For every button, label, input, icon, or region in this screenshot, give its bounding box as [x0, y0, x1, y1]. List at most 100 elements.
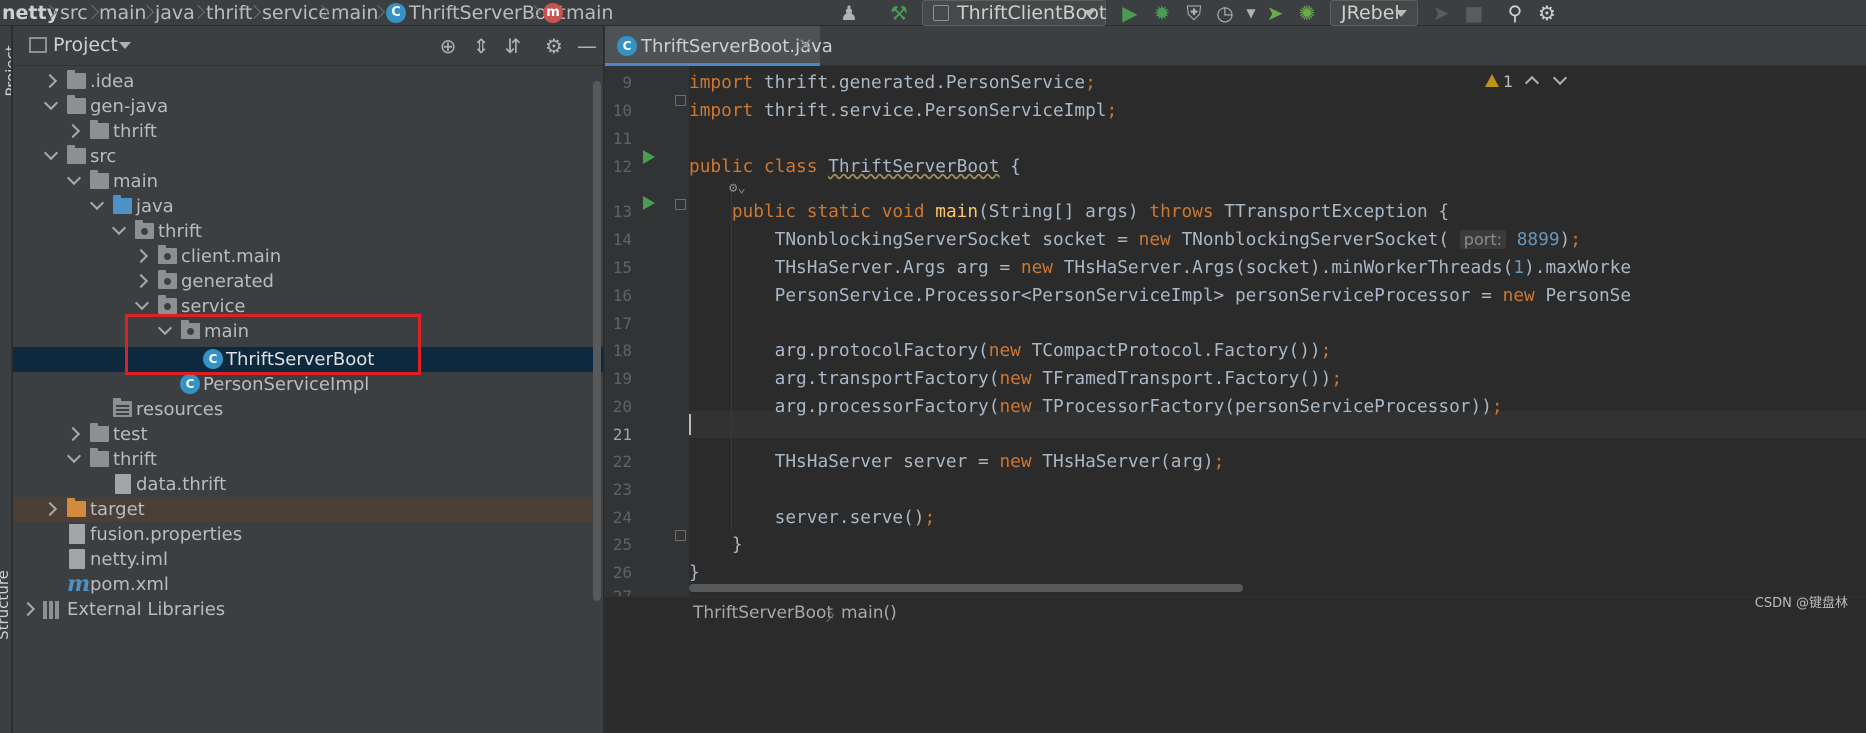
tree-item-data-thrift[interactable]: data.thrift: [13, 472, 603, 497]
code-line[interactable]: TNonblockingServerSocket socket = new TN…: [689, 229, 1581, 257]
code-line[interactable]: server.serve();: [689, 507, 936, 535]
editor-tab[interactable]: C ThriftServerBoot.java ✕: [605, 26, 833, 66]
editor-breadcrumb-method[interactable]: main(): [841, 603, 897, 623]
chevron-down-icon[interactable]: [91, 200, 101, 210]
code-line[interactable]: arg.processorFactory(new TProcessorFacto…: [689, 396, 1503, 424]
jrebel-select[interactable]: JRebel: [1330, 0, 1418, 26]
code-line[interactable]: PersonService.Processor<PersonServiceImp…: [689, 285, 1631, 313]
code-line[interactable]: }: [689, 534, 743, 562]
line-number: 23: [612, 480, 632, 499]
breadcrumb-java[interactable]: java: [155, 0, 195, 26]
folder-icon: [90, 120, 109, 139]
structure-tool-window-tab[interactable]: Structure: [0, 570, 11, 640]
previous-highlight-icon[interactable]: [1523, 72, 1541, 90]
tree-item-main[interactable]: main: [13, 169, 603, 194]
run-configuration-select[interactable]: ThriftClientBoot: [922, 0, 1106, 26]
expand-all-icon[interactable]: ⇕: [468, 33, 494, 59]
breadcrumb-separator-icon: [316, 2, 328, 24]
run-main-icon[interactable]: [643, 196, 655, 210]
chevron-down-icon[interactable]: [68, 175, 78, 185]
chevron-right-icon[interactable]: [136, 250, 146, 260]
line-number: 9: [622, 73, 632, 92]
user-icon[interactable]: ♟: [836, 1, 862, 25]
breadcrumb-separator-icon: [821, 605, 833, 627]
chevron-down-icon[interactable]: [68, 453, 78, 463]
settings-icon[interactable]: ⚙: [1534, 1, 1560, 25]
chevron-right-icon[interactable]: [45, 75, 55, 85]
stop-icon: ■: [1464, 1, 1484, 25]
breadcrumb-src[interactable]: src: [60, 0, 88, 26]
folder-icon: [67, 70, 86, 89]
tree-item-test[interactable]: test: [13, 422, 603, 447]
profile-icon[interactable]: ◷: [1212, 1, 1238, 25]
tree-item-label: PersonServiceImpl: [203, 374, 370, 395]
chevron-right-icon[interactable]: [68, 428, 78, 438]
jrebel-debug-icon[interactable]: ✺: [1294, 1, 1320, 25]
code-line[interactable]: arg.protocolFactory(new TCompactProtocol…: [689, 340, 1332, 368]
run-icon[interactable]: ▶: [1117, 1, 1143, 25]
line-number: 13: [612, 202, 632, 221]
line-number: 21: [612, 425, 632, 444]
coverage-icon[interactable]: ⛨: [1181, 1, 1207, 25]
tree-item-java[interactable]: java: [13, 194, 603, 219]
code-line[interactable]: THsHaServer.Args arg = new THsHaServer.A…: [689, 257, 1631, 285]
jrebel-run-icon[interactable]: ➤: [1262, 1, 1288, 25]
tree-item-thrift-gen[interactable]: thrift: [13, 119, 603, 144]
tree-item-generated[interactable]: generated: [13, 269, 603, 294]
project-scrollbar[interactable]: [593, 81, 601, 601]
code-line[interactable]: arg.transportFactory(new TFramedTranspor…: [689, 368, 1342, 396]
search-icon[interactable]: ⚲: [1502, 1, 1528, 25]
code-line[interactable]: import thrift.generated.PersonService;: [689, 72, 1096, 100]
warning-count[interactable]: 1: [1503, 72, 1513, 91]
close-icon[interactable]: ✕: [798, 35, 813, 56]
warning-icon[interactable]: [1485, 74, 1499, 87]
horizontal-scrollbar[interactable]: [689, 584, 1243, 592]
code-line[interactable]: public static void main(String[] args) t…: [689, 201, 1449, 229]
tree-item-fusion-properties[interactable]: fusion.properties: [13, 522, 603, 547]
chevron-down-icon[interactable]: [136, 300, 146, 310]
breadcrumb-method[interactable]: main: [566, 0, 613, 26]
package-icon: [158, 245, 177, 264]
chevron-right-icon[interactable]: [136, 275, 146, 285]
settings-icon[interactable]: ⚙: [541, 33, 567, 59]
tree-item-client-main[interactable]: client.main: [13, 244, 603, 269]
fold-marker-icon[interactable]: [675, 530, 686, 541]
editor-breadcrumb-class[interactable]: ThriftServerBoot: [693, 603, 833, 623]
tree-item-resources[interactable]: resources: [13, 397, 603, 422]
build-hammer-icon[interactable]: ⚒: [886, 1, 912, 25]
tree-item-thrift-src[interactable]: thrift: [13, 447, 603, 472]
chevron-down-icon[interactable]: [113, 225, 123, 235]
chevron-down-icon[interactable]: ▼: [1238, 1, 1264, 25]
fold-marker-icon[interactable]: [675, 95, 686, 106]
chevron-down-icon[interactable]: [45, 100, 55, 110]
chevron-right-icon[interactable]: [68, 125, 78, 135]
line-number: 17: [612, 314, 632, 333]
breadcrumb-main[interactable]: main: [99, 0, 146, 26]
tree-item-pom-xml[interactable]: m pom.xml: [13, 572, 603, 597]
tree-item-netty-iml[interactable]: netty.iml: [13, 547, 603, 572]
breadcrumb-thrift[interactable]: thrift: [206, 0, 252, 26]
run-class-icon[interactable]: [643, 150, 655, 164]
tree-item-thrift-package[interactable]: thrift: [13, 219, 603, 244]
project-title[interactable]: Project: [53, 34, 118, 56]
tree-item-person-service-impl[interactable]: C PersonServiceImpl: [13, 372, 603, 397]
chevron-down-icon[interactable]: [45, 150, 55, 160]
tree-item-target[interactable]: target: [13, 497, 603, 522]
hide-icon[interactable]: —: [574, 33, 600, 59]
chevron-right-icon[interactable]: [23, 603, 33, 613]
code-line[interactable]: THsHaServer server = new THsHaServer(arg…: [689, 451, 1225, 479]
chevron-down-icon[interactable]: [119, 42, 131, 49]
debug-icon[interactable]: ✹: [1149, 1, 1175, 25]
tree-item-gen-java[interactable]: gen-java: [13, 94, 603, 119]
tree-item-idea[interactable]: .idea: [13, 69, 603, 94]
code-line[interactable]: import thrift.service.PersonServiceImpl;: [689, 100, 1117, 128]
collapse-all-icon[interactable]: ⇵: [500, 33, 526, 59]
locate-icon[interactable]: ⊕: [435, 33, 461, 59]
chevron-right-icon[interactable]: [45, 503, 55, 513]
project-tool-window-tab[interactable]: Project: [3, 45, 11, 96]
tree-item-external-libraries[interactable]: External Libraries: [13, 597, 603, 622]
tree-item-src[interactable]: src: [13, 144, 603, 169]
class-icon: C: [617, 36, 637, 56]
next-highlight-icon[interactable]: [1551, 72, 1569, 90]
fold-marker-icon[interactable]: [675, 199, 686, 210]
